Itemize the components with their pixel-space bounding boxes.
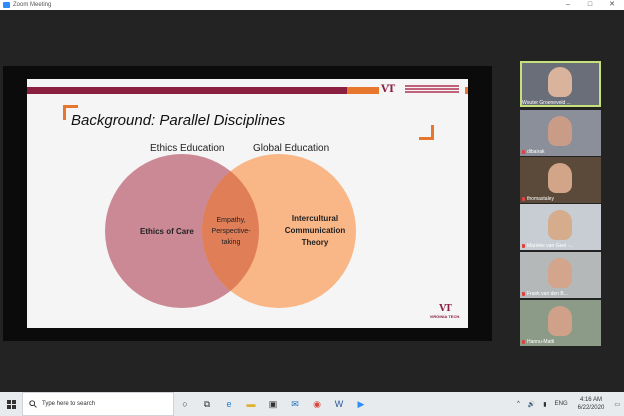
participant-video <box>548 116 572 146</box>
participant-name-text: Frank van den B... <box>527 291 568 297</box>
participant-video <box>548 306 572 336</box>
zoom-app-icon <box>3 2 10 8</box>
clock[interactable]: 4:16 AM 6/22/2020 <box>578 396 605 412</box>
clock-time: 4:16 AM <box>579 397 602 403</box>
participant-name: Frank van den B... <box>522 291 568 297</box>
participant-tile[interactable]: dibairak <box>520 110 601 156</box>
minimize-button[interactable]: – <box>558 0 578 10</box>
muted-mic-icon <box>522 291 525 296</box>
system-tray: ^ 🔊 ▮ ENG 4:16 AM 6/22/2020 ▭ <box>513 392 624 416</box>
show-hidden-icons-icon[interactable]: ^ <box>517 401 520 407</box>
participant-tile[interactable]: Wouter Groeneveld ... <box>520 61 601 107</box>
vt-footer-icon: VT <box>439 304 452 314</box>
participant-name: dibairak <box>522 149 545 155</box>
edge-icon[interactable]: e <box>218 392 240 416</box>
chrome-icon[interactable]: ◉ <box>306 392 328 416</box>
notifications-icon[interactable]: ▭ <box>614 401 620 408</box>
participant-name-text: Marieke van Geel -... <box>527 243 574 249</box>
participant-tile[interactable]: Marieke van Geel -... <box>520 204 601 250</box>
search-icon <box>29 400 37 408</box>
participant-video <box>548 163 572 193</box>
start-button[interactable] <box>0 392 22 416</box>
participant-tile[interactable]: thomastaley <box>520 157 601 203</box>
muted-mic-icon <box>522 196 525 201</box>
file-explorer-icon[interactable]: ▬ <box>240 392 262 416</box>
participant-name: Hannu-Matti <box>522 339 554 345</box>
windows-icon <box>6 399 16 409</box>
participant-name-text: dibairak <box>527 149 545 155</box>
participant-tile[interactable]: Hannu-Matti <box>520 300 601 346</box>
clock-date: 6/22/2020 <box>577 405 605 411</box>
maximize-button[interactable]: □ <box>580 0 600 10</box>
store-icon[interactable]: ▣ <box>262 392 284 416</box>
ethics-of-care-label: Ethics of Care <box>140 227 194 236</box>
window-titlebar: Zoom Meeting – □ ✕ <box>0 0 624 10</box>
task-view-icon[interactable]: ⧉ <box>196 392 218 416</box>
participant-video <box>548 210 572 240</box>
network-icon[interactable]: ▮ <box>543 401 546 408</box>
mail-icon[interactable]: ✉ <box>284 392 306 416</box>
word-icon[interactable]: W <box>328 392 350 416</box>
participant-name-text: Wouter Groeneveld ... <box>522 100 571 106</box>
participant-video <box>548 258 572 288</box>
participant-name: thomastaley <box>522 196 554 202</box>
participant-name: Marieke van Geel -... <box>522 243 573 249</box>
cortana-icon[interactable]: ○ <box>174 392 196 416</box>
global-education-heading: Global Education <box>253 143 330 154</box>
window-title: Zoom Meeting <box>13 2 52 8</box>
zoom-icon[interactable]: ▶ <box>350 392 372 416</box>
intercultural-label: Intercultural Communication Theory <box>284 214 346 247</box>
ethics-education-heading: Ethics Education <box>150 143 225 154</box>
participant-name-text: Hannu-Matti <box>527 339 555 345</box>
participant-name-text: thomastaley <box>527 196 554 202</box>
participant-name: Wouter Groeneveld ... <box>522 100 571 106</box>
participant-video <box>548 67 572 97</box>
muted-mic-icon <box>522 243 525 248</box>
venn-diagram <box>105 154 356 308</box>
taskbar-search[interactable]: Type here to search <box>22 392 174 416</box>
vt-footer-logo: VT VIRGINIA TECH. <box>425 304 465 319</box>
taskbar: Type here to search ○ ⧉ e ▬ ▣ ✉ ◉ W ▶ ^ … <box>0 392 624 416</box>
muted-mic-icon <box>522 339 525 344</box>
participant-tile[interactable]: Frank van den B... <box>520 252 601 298</box>
presentation-slide: VT Background: Parallel Disciplines Ethi… <box>27 79 468 328</box>
close-button[interactable]: ✕ <box>602 0 622 10</box>
volume-icon[interactable]: 🔊 <box>528 401 535 408</box>
muted-mic-icon <box>522 149 525 154</box>
search-placeholder: Type here to search <box>42 401 96 407</box>
language-indicator[interactable]: ENG <box>555 401 568 407</box>
overlap-label: Empathy, Perspective- taking <box>211 217 251 246</box>
